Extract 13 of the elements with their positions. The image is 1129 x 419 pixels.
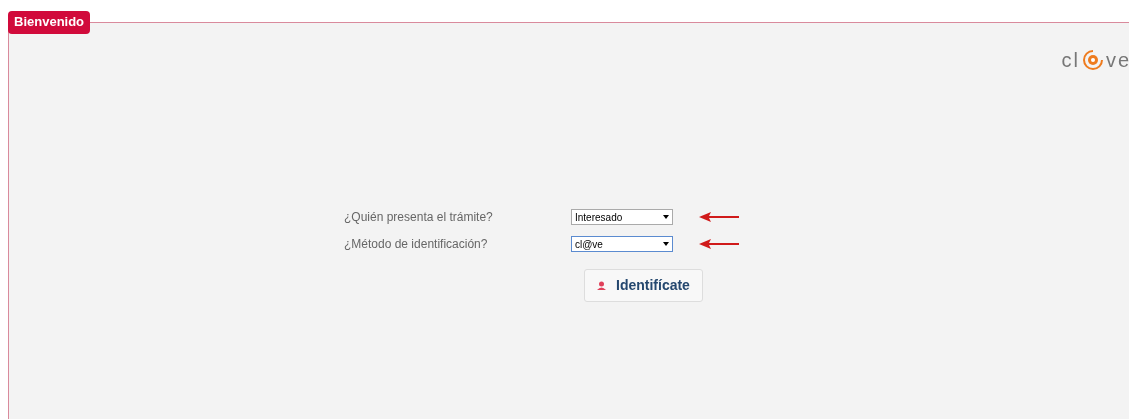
arrow-icon xyxy=(699,239,739,249)
dropdown[interactable]: cl@ve xyxy=(571,236,673,252)
caret-icon xyxy=(663,215,669,219)
field-label: ¿Quién presenta el trámite? xyxy=(344,209,494,226)
identify-button[interactable]: Identifícate xyxy=(584,269,703,302)
field-label: ¿Método de identificación? xyxy=(344,236,489,253)
dropdown[interactable]: Interesado xyxy=(571,209,673,225)
logo-text: cl xyxy=(1061,48,1080,73)
caret-icon xyxy=(663,242,669,246)
arrow-icon xyxy=(699,212,739,222)
at-sign-icon xyxy=(1081,49,1104,71)
panel-title: Bienvenido xyxy=(8,11,91,34)
person-icon xyxy=(597,281,606,290)
